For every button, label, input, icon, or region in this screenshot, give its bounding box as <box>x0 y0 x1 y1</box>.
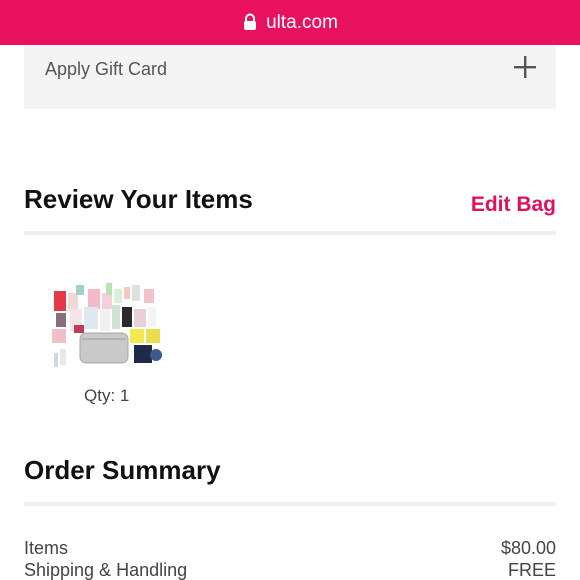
item-quantity: Qty: 1 <box>84 386 130 405</box>
gift-card-label: Apply Gift Card <box>45 59 168 79</box>
edit-bag-link[interactable]: Edit Bag <box>471 193 556 217</box>
lock-icon <box>242 13 258 31</box>
summary-value: FREE <box>507 560 556 580</box>
review-items-heading: Review Your Items <box>24 184 253 214</box>
apply-gift-card-row[interactable]: Apply Gift Card <box>24 45 556 109</box>
url-text: ulta.com <box>266 11 338 33</box>
summary-label: Items <box>24 538 69 558</box>
summary-value: $80.00 <box>500 538 556 558</box>
checkout-page: ulta.com Apply Gift Card Review Your Ite… <box>0 0 580 580</box>
divider <box>24 502 556 506</box>
divider <box>24 231 556 235</box>
product-image[interactable] <box>50 279 164 373</box>
order-summary-heading: Order Summary <box>24 455 221 485</box>
summary-row-shipping: Shipping & Handling FREE <box>24 560 556 580</box>
plus-icon[interactable] <box>514 56 536 78</box>
summary-row-items: Items $80.00 <box>24 538 556 559</box>
summary-label: Shipping & Handling <box>24 560 188 580</box>
browser-url-bar[interactable]: ulta.com <box>0 0 580 45</box>
